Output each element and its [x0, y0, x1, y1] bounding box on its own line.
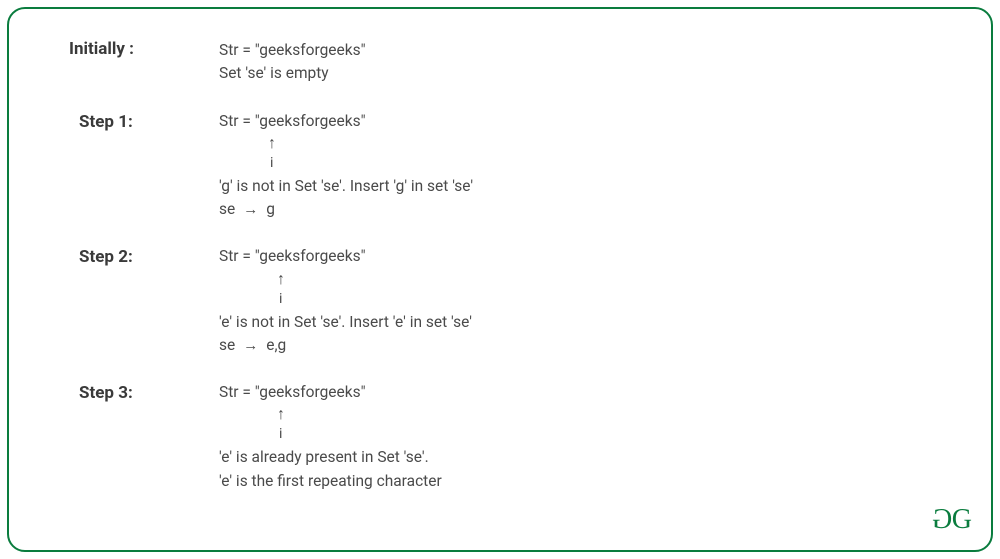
se-prefix: se	[219, 334, 235, 357]
step-str: Str = "geeksforgeeks"	[219, 110, 931, 133]
step-se: se → g	[219, 198, 931, 221]
pointer-i: ↑i	[219, 404, 931, 446]
step-str: Str = "geeksforgeeks"	[219, 245, 931, 268]
step-1: Step 1:Str = "geeksforgeeks"↑i'g' is not…	[69, 110, 931, 222]
step-label: Step 3:	[69, 381, 219, 403]
initially-set: Set 'se' is empty	[219, 62, 931, 85]
steps-container: Step 1:Str = "geeksforgeeks"↑i'g' is not…	[69, 110, 931, 493]
step-explain: 'e' is not in Set 'se'. Insert 'e' in se…	[219, 311, 931, 334]
step-3: Step 3:Str = "geeksforgeeks"↑i'e' is alr…	[69, 381, 931, 493]
pointer-label: i	[279, 424, 282, 445]
step-2: Step 2:Str = "geeksforgeeks"↑i'e' is not…	[69, 245, 931, 357]
arrow-up-icon: ↑	[268, 135, 276, 151]
arrow-right-icon: →	[243, 198, 258, 221]
initially-str: Str = "geeksforgeeks"	[219, 39, 931, 62]
pointer-i: ↑i	[219, 133, 931, 175]
step-result: 'e' is the first repeating character	[219, 470, 931, 493]
arrow-up-icon: ↑	[277, 271, 285, 287]
pointer-i: ↑i	[219, 269, 931, 311]
gfg-logo: GG	[933, 504, 971, 536]
step-label: Step 1:	[69, 110, 219, 132]
step-content: Str = "geeksforgeeks"↑i'e' is not in Set…	[219, 245, 931, 357]
step-explain: 'e' is already present in Set 'se'.	[219, 446, 931, 469]
pointer-label: i	[279, 289, 282, 310]
initially-row: Initially : Str = "geeksforgeeks" Set 's…	[69, 39, 931, 86]
se-value: g	[266, 198, 275, 221]
se-prefix: se	[219, 198, 235, 221]
step-se: se → e,g	[219, 334, 931, 357]
pointer-label: i	[270, 153, 273, 174]
initially-content: Str = "geeksforgeeks" Set 'se' is empty	[219, 39, 931, 86]
arrow-right-icon: →	[243, 334, 258, 357]
step-content: Str = "geeksforgeeks"↑i'g' is not in Set…	[219, 110, 931, 222]
se-value: e,g	[266, 334, 286, 357]
step-content: Str = "geeksforgeeks"↑i'e' is already pr…	[219, 381, 931, 493]
diagram-frame: Initially : Str = "geeksforgeeks" Set 's…	[7, 7, 993, 552]
arrow-up-icon: ↑	[277, 406, 285, 422]
step-str: Str = "geeksforgeeks"	[219, 381, 931, 404]
step-explain: 'g' is not in Set 'se'. Insert 'g' in se…	[219, 175, 931, 198]
step-label: Step 2:	[69, 245, 219, 267]
initially-label: Initially :	[69, 39, 219, 59]
